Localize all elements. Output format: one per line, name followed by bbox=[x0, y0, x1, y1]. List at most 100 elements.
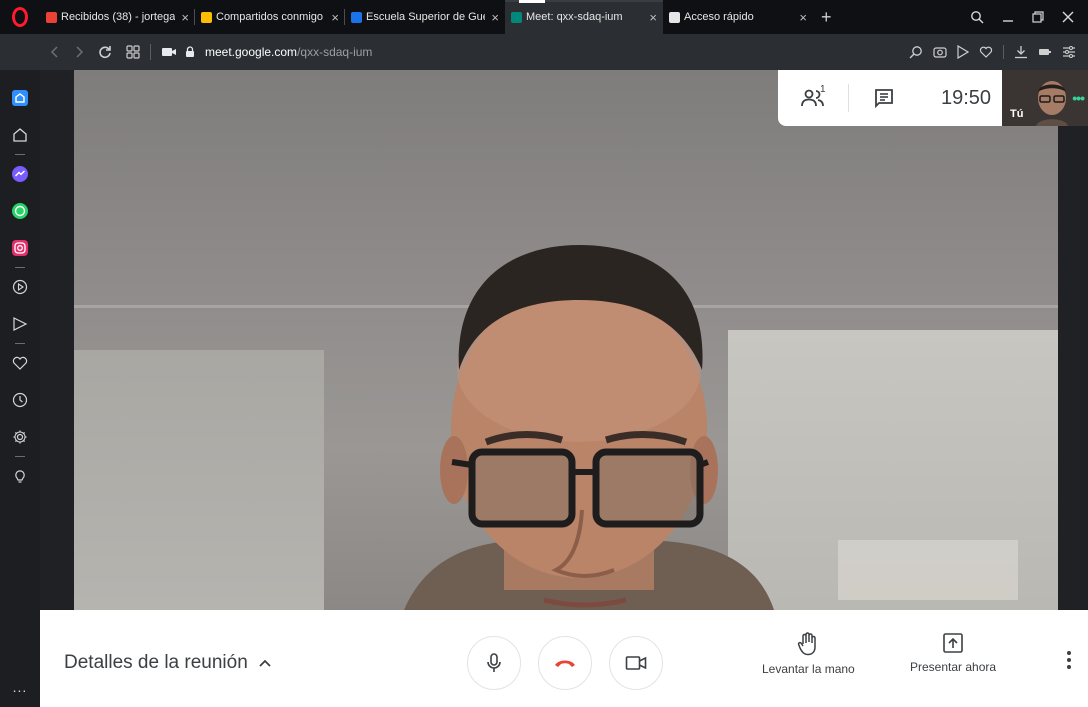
search-icon[interactable] bbox=[909, 45, 923, 59]
participants-button[interactable]: 1 bbox=[778, 70, 848, 126]
sidebar-item-bookmarks[interactable] bbox=[10, 353, 30, 373]
forward-icon[interactable] bbox=[74, 46, 84, 58]
more-options-button[interactable] bbox=[1066, 650, 1072, 675]
present-now-button[interactable]: Presentar ahora bbox=[910, 632, 996, 674]
window-close-icon[interactable] bbox=[1062, 11, 1074, 23]
sidebar-item-messenger[interactable] bbox=[10, 164, 30, 184]
meeting-details-button[interactable]: Detalles de la reunión bbox=[64, 652, 272, 674]
gmail-icon bbox=[46, 11, 57, 23]
close-icon[interactable]: × bbox=[331, 10, 339, 25]
clock-icon bbox=[12, 392, 28, 408]
present-now-label: Presentar ahora bbox=[910, 660, 997, 674]
close-icon[interactable]: × bbox=[799, 10, 807, 25]
camera-in-use-icon[interactable] bbox=[161, 46, 177, 58]
chevron-up-icon bbox=[259, 659, 271, 667]
browser-window: Recibidos (38) - jortegac@ × Compartidos… bbox=[0, 0, 1088, 707]
messenger-icon bbox=[12, 166, 28, 182]
download-icon[interactable] bbox=[1014, 45, 1028, 59]
tab-acceso-rapido[interactable]: Acceso rápido × bbox=[663, 0, 813, 34]
window-controls bbox=[970, 10, 1088, 24]
sidebar-item-history[interactable] bbox=[10, 390, 30, 410]
tab-search-icon[interactable] bbox=[970, 10, 984, 24]
speed-dial-icon bbox=[669, 11, 680, 23]
meet-page: 1 19:50 Tú ••• Detalles de la reunión Le… bbox=[40, 70, 1088, 707]
back-icon[interactable] bbox=[50, 46, 60, 58]
end-call-button[interactable] bbox=[538, 636, 592, 690]
tab-gmail[interactable]: Recibidos (38) - jortegac@ × bbox=[40, 0, 195, 34]
music-player-icon bbox=[12, 279, 28, 295]
url-path: /qxx-sdaq-ium bbox=[297, 45, 373, 59]
chat-icon bbox=[875, 89, 893, 108]
opera-menu-button[interactable] bbox=[0, 0, 40, 34]
more-options-icon[interactable]: ••• bbox=[1072, 90, 1085, 106]
tab-title: Recibidos (38) - jortegac@ bbox=[61, 11, 176, 23]
flow-send-icon[interactable] bbox=[957, 45, 969, 59]
meeting-info-card: 1 19:50 Tú ••• bbox=[778, 70, 1088, 126]
end-call-icon bbox=[555, 660, 575, 667]
url-domain: meet.google.com bbox=[205, 45, 298, 59]
instagram-icon bbox=[12, 240, 28, 256]
sidebar-item-flow[interactable] bbox=[10, 314, 30, 334]
camera-button[interactable] bbox=[609, 636, 663, 690]
sidebar-item-speed-dial[interactable] bbox=[10, 125, 30, 145]
present-screen-icon bbox=[943, 633, 963, 653]
sidebar-item-instagram[interactable] bbox=[10, 238, 30, 258]
home-icon bbox=[12, 90, 28, 106]
lock-icon[interactable] bbox=[185, 46, 195, 58]
close-icon[interactable]: × bbox=[649, 10, 657, 25]
tab-title: Acceso rápido bbox=[684, 11, 754, 23]
meet-control-bar: Detalles de la reunión Levantar la mano … bbox=[40, 610, 1088, 707]
self-view-tile[interactable]: Tú ••• bbox=[1002, 70, 1088, 126]
new-tab-button[interactable]: + bbox=[813, 7, 840, 28]
tab-meet[interactable]: Meet: qxx-sdaq-ium × bbox=[505, 0, 663, 34]
snapshot-icon[interactable] bbox=[933, 45, 947, 59]
sidebar-item-whatsapp[interactable] bbox=[10, 201, 30, 221]
sidebar-item-tips[interactable] bbox=[10, 466, 30, 486]
person-video-feed bbox=[404, 245, 774, 610]
whatsapp-icon bbox=[12, 203, 28, 219]
meet-icon bbox=[511, 11, 522, 23]
close-icon[interactable]: × bbox=[491, 10, 499, 25]
tabs-grid-icon[interactable] bbox=[126, 45, 140, 59]
gear-icon bbox=[13, 430, 27, 444]
minimize-icon[interactable] bbox=[1002, 11, 1014, 23]
tab-drive[interactable]: Compartidos conmigo - Go × bbox=[195, 0, 345, 34]
microphone-button[interactable] bbox=[467, 636, 521, 690]
classroom-icon bbox=[351, 11, 362, 23]
raise-hand-label: Levantar la mano bbox=[762, 662, 855, 676]
tab-title: Compartidos conmigo - Go bbox=[216, 11, 325, 23]
send-icon bbox=[13, 317, 28, 331]
restore-icon[interactable] bbox=[1032, 11, 1044, 23]
participant-video bbox=[74, 70, 1058, 610]
opera-sidebar: ... bbox=[0, 70, 40, 707]
tab-title: Escuela Superior de Guerra bbox=[366, 11, 485, 23]
sidebar-item-player[interactable] bbox=[10, 277, 30, 297]
hand-icon bbox=[798, 632, 817, 656]
address-bar: meet.google.com/qxx-sdaq-ium bbox=[0, 34, 1088, 70]
reload-icon[interactable] bbox=[98, 45, 112, 59]
meeting-clock: 19:50 bbox=[941, 86, 992, 109]
camera-icon bbox=[625, 656, 647, 670]
kebab-menu-icon bbox=[1067, 651, 1071, 669]
house-outline-icon bbox=[13, 128, 27, 142]
heart-icon bbox=[12, 356, 28, 370]
lightbulb-icon bbox=[15, 470, 25, 483]
url-field[interactable]: meet.google.com/qxx-sdaq-ium bbox=[205, 45, 372, 59]
close-icon[interactable]: × bbox=[181, 10, 189, 25]
heart-icon[interactable] bbox=[979, 45, 993, 59]
opera-logo-icon bbox=[12, 7, 28, 27]
tab-escuela[interactable]: Escuela Superior de Guerra × bbox=[345, 0, 505, 34]
meeting-details-label: Detalles de la reunión bbox=[64, 652, 248, 673]
self-label: Tú bbox=[1010, 108, 1024, 120]
tab-title: Meet: qxx-sdaq-ium bbox=[526, 11, 623, 23]
battery-saver-icon[interactable] bbox=[1038, 46, 1052, 58]
sidebar-item-settings[interactable] bbox=[10, 427, 30, 447]
sidebar-item-home[interactable] bbox=[10, 88, 30, 108]
sidebar-more-button[interactable]: ... bbox=[13, 679, 28, 695]
easy-setup-icon[interactable] bbox=[1062, 45, 1076, 59]
raise-hand-button[interactable]: Levantar la mano bbox=[762, 632, 855, 676]
participants-count: 1 bbox=[820, 84, 826, 95]
microphone-icon bbox=[487, 653, 501, 672]
chat-button[interactable] bbox=[849, 70, 919, 126]
tab-strip: Recibidos (38) - jortegac@ × Compartidos… bbox=[0, 0, 1088, 34]
